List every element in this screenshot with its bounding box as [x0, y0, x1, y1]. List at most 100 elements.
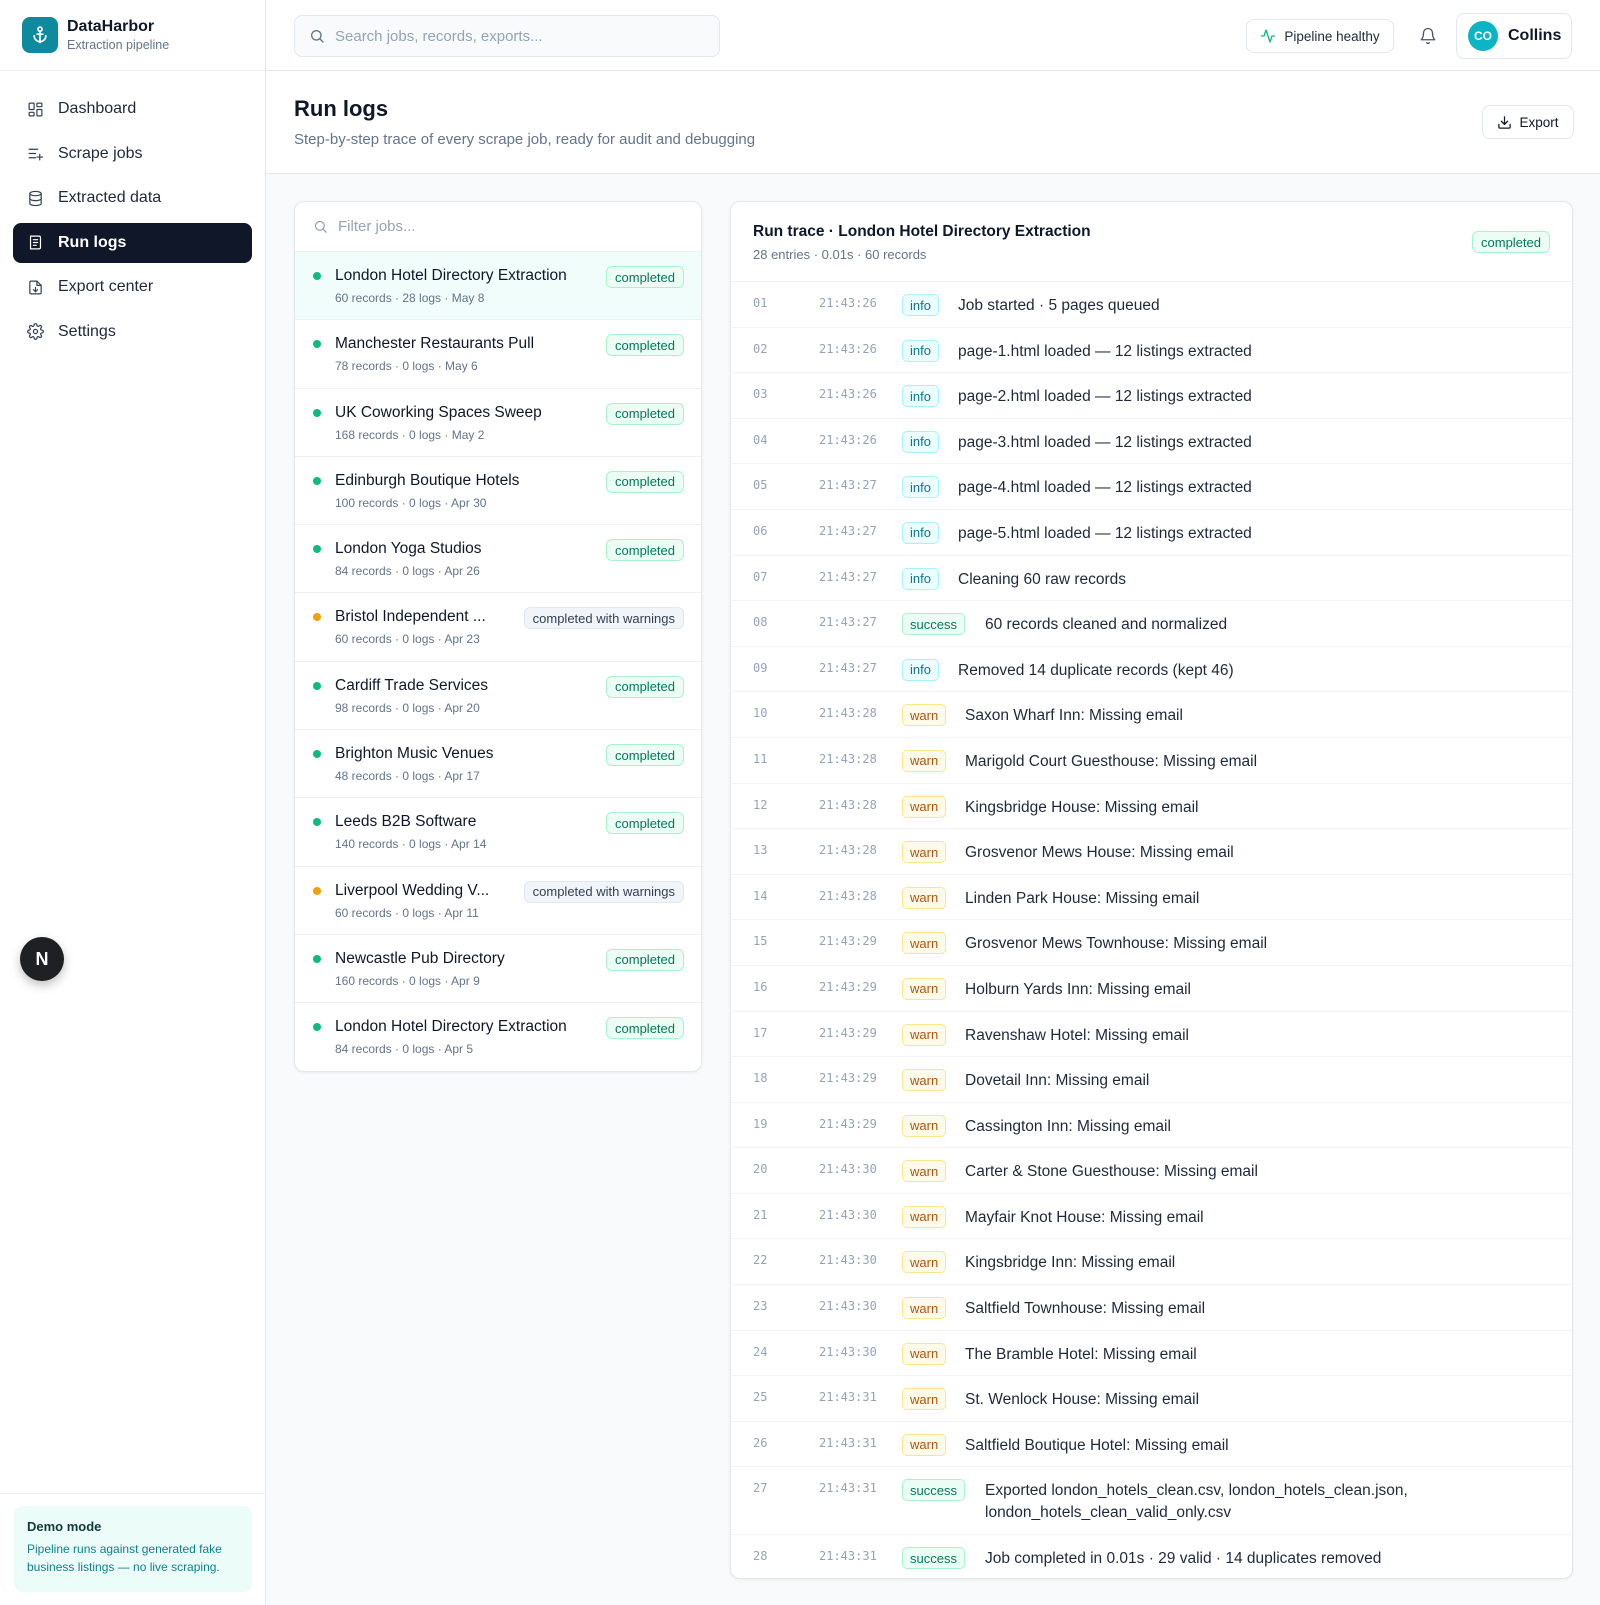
job-list-item[interactable]: Liverpool Wedding V... 60 records · 0 log… [295, 867, 701, 935]
notifications-button[interactable] [1416, 24, 1440, 48]
log-message: Dovetail Inn: Missing email [965, 1072, 1150, 1090]
log-timestamp: 21:43:31 [819, 1435, 877, 1450]
log-entry: 05 21:43:27 info page-4.html loaded — 12 li… [731, 464, 1572, 510]
log-entry-number: 12 [753, 797, 768, 812]
job-name: Manchester Restaurants Pull [335, 335, 535, 353]
global-search[interactable] [294, 15, 720, 57]
sidebar-item-label: Run logs [58, 233, 127, 251]
brand-name: DataHarbor [67, 18, 155, 35]
log-entry-number: 04 [753, 432, 768, 447]
log-message: Saxon Wharf Inn: Missing email [965, 707, 1183, 725]
filter-jobs-input[interactable] [338, 218, 668, 235]
log-message: page-4.html loaded — 12 listings extract… [958, 479, 1252, 497]
export-button[interactable]: Export [1482, 105, 1574, 139]
page-subtitle: Step-by-step trace of every scrape job, … [294, 131, 756, 148]
job-list-item[interactable]: London Hotel Directory Extraction 60 reco… [295, 252, 701, 321]
log-entry-number: 09 [753, 660, 768, 675]
job-name: Leeds B2B Software [335, 813, 477, 831]
jobs-panel: London Hotel Directory Extraction 60 reco… [294, 201, 702, 1072]
status-badge: completed [606, 266, 684, 288]
job-list-item[interactable]: UK Coworking Spaces Sweep 168 records · 0… [295, 389, 701, 457]
log-timestamp: 21:43:31 [819, 1481, 877, 1496]
log-entry: 03 21:43:26 info page-2.html loaded — 12 li… [731, 373, 1572, 419]
log-entry-number: 17 [753, 1025, 768, 1040]
log-level-badge: warn [902, 1205, 947, 1228]
status-dot-icon [313, 272, 321, 280]
job-meta: 140 records · 0 logs · Apr 14 [335, 837, 487, 852]
sidebar: DataHarbor Extraction pipeline Dashboard… [0, 0, 266, 1605]
sidebar-item-dashboard[interactable]: Dashboard [13, 89, 252, 129]
log-level-badge: info [902, 476, 939, 499]
sidebar-item-run-logs[interactable]: Run logs [13, 222, 252, 263]
log-entry: 20 21:43:30 warn Carter & Stone Guesthouse:… [731, 1148, 1572, 1194]
job-list-item[interactable]: Brighton Music Venues 48 records · 0 logs… [295, 730, 701, 799]
log-message: Marigold Court Guesthouse: Missing email [965, 752, 1258, 770]
log-message: 60 records cleaned and normalized [985, 616, 1228, 634]
log-message: Cleaning 60 raw records [958, 570, 1127, 588]
log-entry-number: 24 [753, 1344, 768, 1359]
sidebar-item-export-center[interactable]: Export center [13, 267, 252, 307]
log-list: 01 21:43:26 info Job started · 5 pages queu… [731, 282, 1572, 1578]
job-list-item[interactable]: Manchester Restaurants Pull 78 records · … [295, 320, 701, 389]
log-entry-number: 19 [753, 1116, 768, 1131]
job-list-item[interactable]: Bristol Independent ... 60 records · 0 lo… [295, 593, 701, 662]
log-entry: 25 21:43:31 warn St. Wenlock House: Missing… [731, 1376, 1572, 1422]
status-badge: completed [606, 675, 684, 698]
job-meta: 78 records · 0 logs · May 6 [335, 359, 478, 374]
log-timestamp: 21:43:28 [819, 843, 877, 858]
log-message: Carter & Stone Guesthouse: Missing email [965, 1163, 1258, 1181]
job-filter[interactable] [295, 202, 701, 252]
sidebar-item-settings[interactable]: Settings [13, 312, 252, 352]
log-entry: 15 21:43:29 warn Grosvenor Mews Townhouse: … [731, 920, 1572, 966]
pipeline-status-button[interactable]: Pipeline healthy [1246, 19, 1394, 53]
log-entry: 10 21:43:28 warn Saxon Wharf Inn: Missing e… [731, 692, 1572, 738]
log-message: page-3.html loaded — 12 listings extract… [958, 433, 1252, 451]
job-list-item[interactable]: Newcastle Pub Directory 160 records · 0 l… [295, 935, 701, 1004]
status-badge: completed [606, 539, 684, 562]
job-list-item[interactable]: Leeds B2B Software 140 records · 0 logs ·… [295, 798, 701, 867]
log-message: Linden Park House: Missing email [965, 889, 1200, 907]
log-timestamp: 21:43:29 [819, 1116, 877, 1131]
list-plus-icon [28, 148, 44, 161]
log-entry: 22 21:43:30 warn Kingsbridge Inn: Missing e… [731, 1239, 1572, 1286]
status-badge: completed [606, 812, 684, 835]
log-entry: 23 21:43:30 warn Saltfield Townhouse: Missi… [731, 1285, 1572, 1331]
log-level-badge: warn [902, 1251, 947, 1274]
job-name: Cardiff Trade Services [335, 676, 489, 694]
user-name: Collins [1508, 27, 1562, 44]
log-entry-number: 20 [753, 1162, 768, 1177]
sidebar-item-label: Scrape jobs [58, 144, 143, 162]
log-entry: 06 21:43:27 info page-5.html loaded — 12 li… [731, 510, 1572, 556]
status-badge: completed with warnings [523, 607, 684, 630]
run-trace-header: Run trace · London Hotel Directory Extra… [731, 202, 1572, 282]
assistant-fab-button[interactable]: N [20, 937, 64, 981]
log-entry-number: 13 [753, 843, 768, 858]
log-message: page-1.html loaded — 12 listings extract… [958, 342, 1252, 360]
job-meta: 98 records · 0 logs · Apr 20 [335, 700, 480, 715]
log-level-badge: warn [902, 1433, 947, 1456]
status-dot-icon [313, 476, 321, 485]
log-entry: 04 21:43:26 info page-3.html loaded — 12 li… [731, 419, 1572, 465]
sidebar-item-label: Settings [58, 322, 116, 340]
brand[interactable]: DataHarbor Extraction pipeline [0, 0, 265, 71]
log-entry: 27 21:43:31 success Exported london_hotels_… [731, 1467, 1572, 1536]
job-list-item[interactable]: Edinburgh Boutique Hotels 100 records · 0… [295, 457, 701, 526]
log-message: Job started · 5 pages queued [958, 297, 1160, 314]
log-timestamp: 21:43:27 [819, 569, 877, 584]
log-entry-number: 01 [753, 296, 768, 310]
user-menu-button[interactable]: CO Collins [1456, 13, 1572, 59]
logs-icon [29, 235, 42, 250]
log-entry-number: 11 [753, 751, 768, 766]
log-entry-number: 03 [753, 387, 768, 402]
log-timestamp: 21:43:29 [819, 979, 877, 994]
job-name: London Hotel Directory Extraction [335, 267, 567, 284]
sidebar-item-scrape-jobs[interactable]: Scrape jobs [13, 134, 252, 174]
job-list-item[interactable]: London Hotel Directory Extraction 84 reco… [295, 1003, 701, 1071]
log-entry: 08 21:43:27 success 60 records cleaned and … [731, 601, 1572, 647]
search-input[interactable] [335, 27, 695, 45]
log-entry-number: 22 [753, 1253, 768, 1268]
status-badge: completed [606, 470, 684, 493]
sidebar-item-extracted-data[interactable]: Extracted data [13, 178, 252, 218]
job-list-item[interactable]: Cardiff Trade Services 98 records · 0 log… [295, 662, 701, 731]
job-list-item[interactable]: London Yoga Studios 84 records · 0 logs ·… [295, 525, 701, 594]
